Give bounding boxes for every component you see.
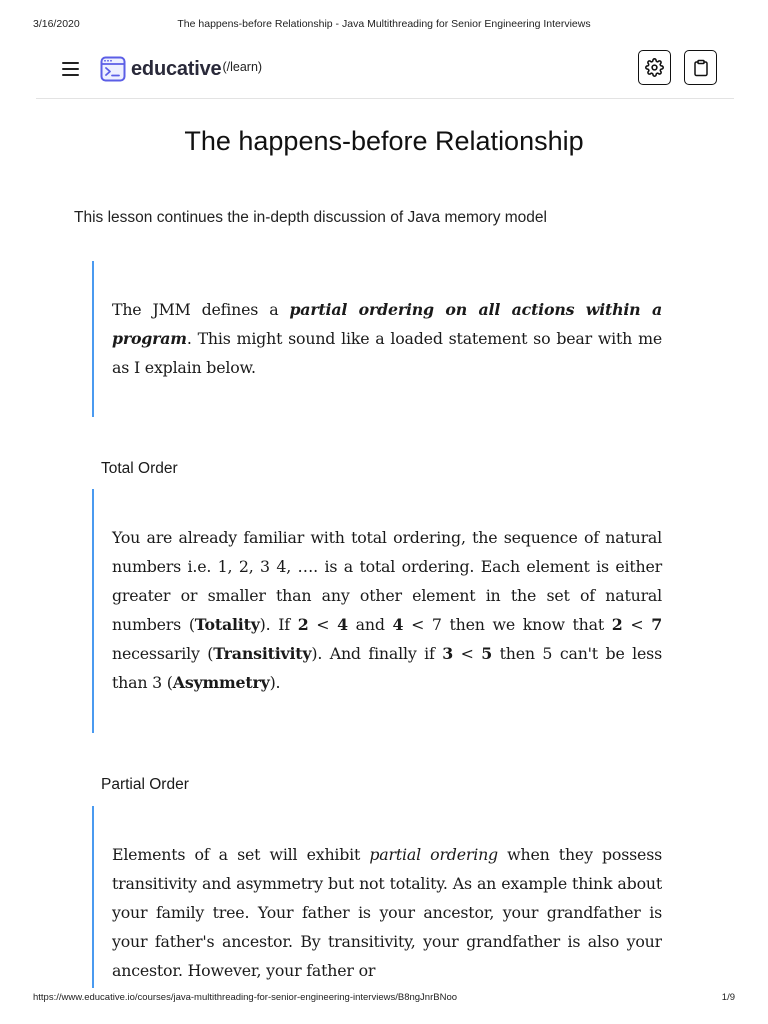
intro-paragraph: The JMM defines a partial ordering on al… [112, 300, 663, 377]
hamburger-menu-icon[interactable] [60, 58, 82, 80]
total-order-paragraph: You are already familiar with total orde… [112, 528, 662, 692]
lesson-description: This lesson continues the in-depth discu… [74, 209, 547, 226]
logo-link-suffix: (/learn) [222, 60, 263, 74]
educative-logo-icon [100, 56, 126, 82]
partial-order-heading: Partial Order [101, 776, 189, 793]
partial-order-blockquote: Elements of a set will exhibit partial o… [92, 806, 662, 988]
gear-icon [645, 58, 664, 77]
intro-blockquote: The JMM defines a partial ordering on al… [92, 261, 662, 417]
print-url: https://www.educative.io/courses/java-mu… [33, 992, 458, 1003]
educative-logo-link[interactable]: educative (/learn) [100, 55, 262, 83]
print-header: 3/16/2020 The happens-before Relationshi… [0, 18, 768, 32]
page-title: The happens-before Relationship [184, 126, 584, 156]
total-order-heading: Total Order [101, 460, 178, 477]
partial-order-paragraph: Elements of a set will exhibit partial o… [112, 845, 662, 980]
settings-button[interactable] [638, 50, 671, 85]
top-navbar: educative (/learn) [36, 48, 734, 99]
clipboard-icon [693, 59, 708, 76]
print-page-number: 1/9 [721, 992, 735, 1003]
clipboard-button[interactable] [684, 50, 717, 85]
logo-text: educative [131, 57, 222, 80]
print-document-title: The happens-before Relationship - Java M… [177, 18, 591, 30]
print-footer: https://www.educative.io/courses/java-mu… [0, 992, 768, 1006]
total-order-blockquote: You are already familiar with total orde… [92, 489, 662, 733]
